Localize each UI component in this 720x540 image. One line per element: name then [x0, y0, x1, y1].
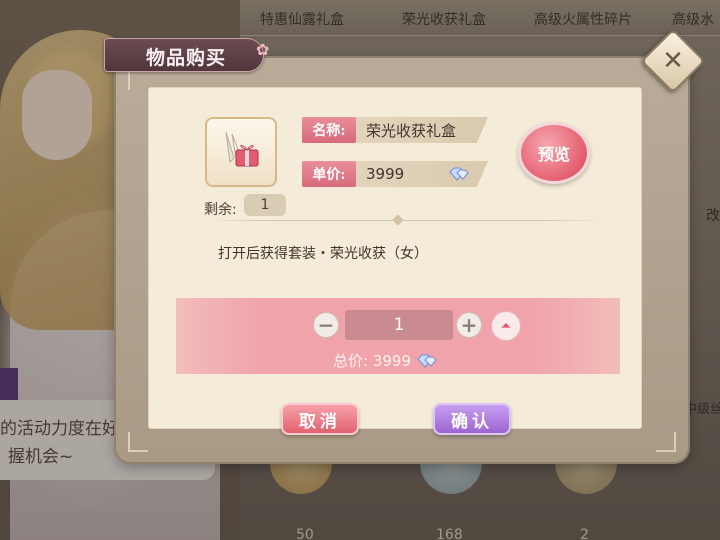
total-value: 3999 [372, 352, 412, 370]
item-description: 打开后获得套装・荣光收获（女） [218, 246, 428, 262]
total-label: 总价: [333, 352, 369, 370]
divider [208, 220, 604, 221]
item-price: 3999 [366, 165, 405, 183]
increase-button[interactable]: + [456, 312, 482, 338]
max-quantity-button[interactable]: ⏶ [491, 311, 521, 341]
diamond-icon [417, 354, 437, 368]
name-label: 名称: [302, 117, 356, 143]
frame-corner [656, 432, 676, 452]
close-icon[interactable]: ✕ [650, 38, 696, 84]
remaining-value: 1 [244, 194, 286, 216]
frame-corner [128, 432, 148, 452]
confirm-button[interactable]: 确认 [433, 403, 511, 435]
total-price: 总价: 3999 [333, 350, 438, 371]
price-label: 单价: [302, 161, 356, 187]
quantity-input[interactable]: 1 [345, 310, 453, 340]
preview-button[interactable]: 预览 [518, 122, 590, 184]
arrow-up-icon: ⏶ [500, 318, 512, 334]
gift-box-icon [225, 131, 259, 167]
decrease-button[interactable]: − [313, 312, 339, 338]
cancel-button[interactable]: 取消 [281, 403, 359, 435]
remaining-label: 剩余: [204, 202, 237, 218]
dialog-title: 物品购买 [146, 47, 227, 69]
diamond-icon [449, 167, 469, 181]
item-name: 荣光收获礼盒 [366, 122, 457, 140]
frame-corner [128, 70, 148, 90]
bow-icon: ✿ [256, 40, 270, 59]
